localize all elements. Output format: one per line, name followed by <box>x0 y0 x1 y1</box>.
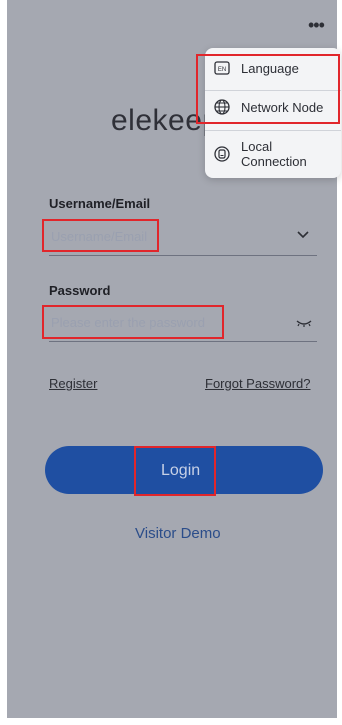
logo-text-main: elekee <box>111 104 203 137</box>
username-underline <box>49 255 317 256</box>
menu-item-local-connection[interactable]: Local Connection <box>205 137 341 173</box>
local-connection-icon <box>214 146 230 162</box>
app-frame: ••• elekeeper Username/Email Username/Em… <box>0 0 342 725</box>
eye-closed-icon[interactable] <box>295 318 313 328</box>
visitor-demo-link[interactable]: Visitor Demo <box>135 525 221 542</box>
chevron-down-icon[interactable] <box>296 228 310 242</box>
forgot-password-link[interactable]: Forgot Password? <box>205 376 311 391</box>
menu-item-local-connection-label: Local Connection <box>241 139 307 169</box>
highlight-menu-items <box>196 54 340 124</box>
password-label: Password <box>49 283 111 298</box>
highlight-login-button <box>134 446 216 496</box>
password-underline <box>49 341 317 342</box>
menu-divider <box>205 130 341 131</box>
username-label: Username/Email <box>49 196 151 211</box>
register-link[interactable]: Register <box>49 376 97 391</box>
highlight-password-input <box>42 305 224 339</box>
more-options-icon[interactable]: ••• <box>308 16 325 34</box>
login-screen: ••• elekeeper Username/Email Username/Em… <box>7 0 341 718</box>
highlight-username-input <box>42 219 159 252</box>
